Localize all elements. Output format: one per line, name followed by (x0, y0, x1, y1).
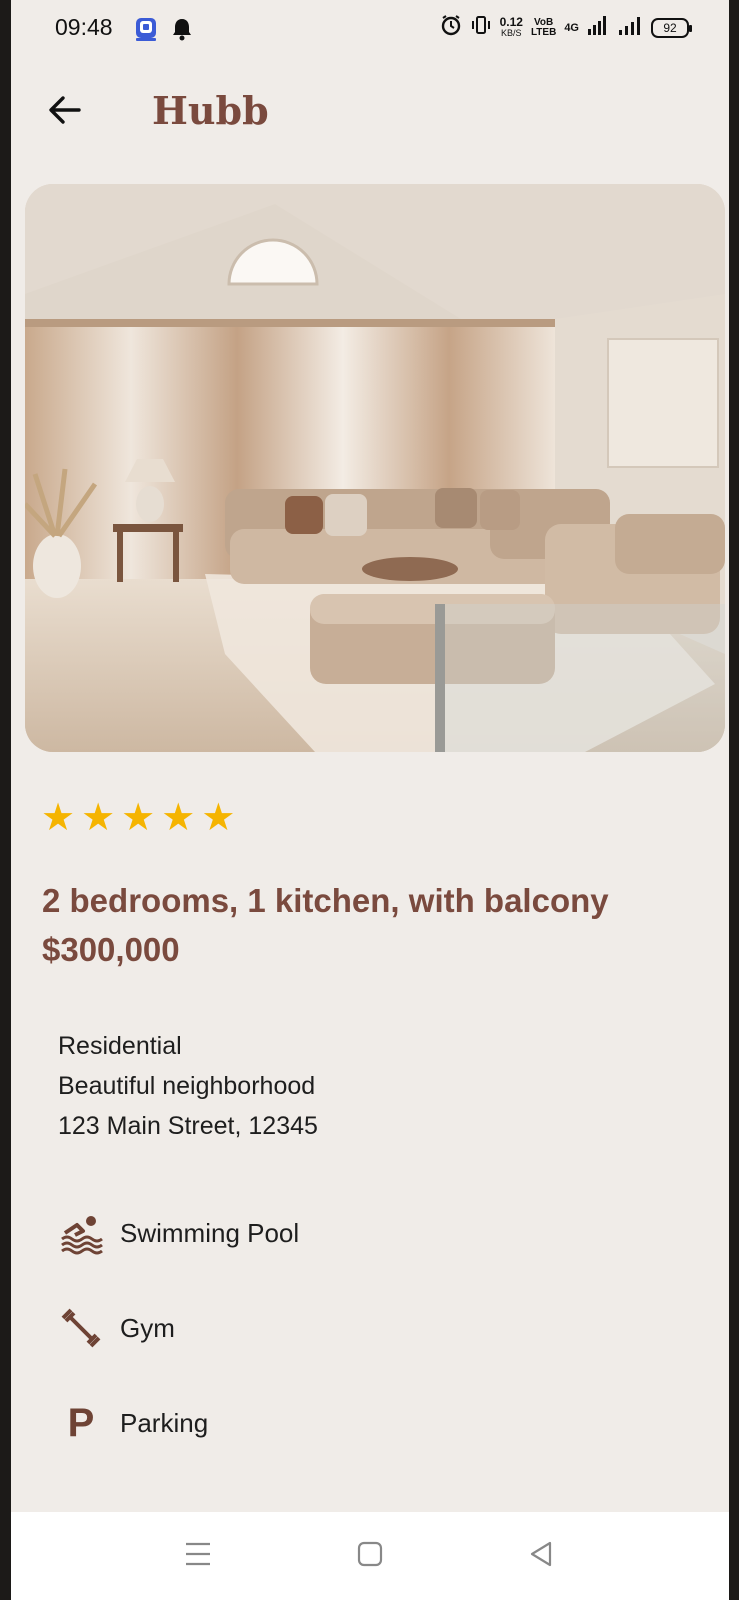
star-icon: ★ (201, 797, 236, 839)
square-icon (356, 1540, 384, 1573)
system-nav-bar (11, 1512, 729, 1600)
system-back-button[interactable] (520, 1534, 564, 1578)
property-address: 123 Main Street, 12345 (58, 1112, 318, 1140)
amenity-label: Swimming Pool (120, 1217, 300, 1248)
menu-icon (184, 1540, 212, 1573)
amenity-label: Parking (120, 1407, 209, 1438)
status-time: 09:48 (55, 14, 113, 40)
arrow-left-icon (47, 92, 83, 133)
star-icon: ★ (81, 797, 116, 839)
back-button[interactable] (41, 88, 89, 136)
battery-icon: 92 (651, 17, 692, 38)
vibrate-icon (470, 14, 492, 41)
alarm-icon (440, 14, 462, 41)
star-rating: ★ ★ ★ ★ ★ (41, 798, 235, 838)
amenity-gym: Gym (58, 1305, 175, 1351)
amenity-parking: P Parking (58, 1400, 209, 1446)
amenity-label: Gym (120, 1312, 175, 1343)
network-type: 4G (564, 21, 579, 34)
parking-icon: P (67, 1400, 95, 1445)
amenity-swimming-pool: Swimming Pool (58, 1210, 299, 1256)
status-indicators: 0.12 KB/S VoB LTEB 4G 92 (440, 14, 692, 41)
app-screen: 09:48 0.12 KB/S VoB LTEB 4G 92 Hubb ★ ★ … (11, 0, 729, 1600)
star-icon: ★ (41, 797, 76, 839)
signal-icon-2 (617, 14, 643, 41)
listing-headline: 2 bedrooms, 1 kitchen, with balcony (42, 882, 609, 919)
app-notification-icon (133, 16, 159, 47)
signal-icon (587, 14, 609, 41)
home-button[interactable] (348, 1534, 392, 1578)
listing-details: Residential Beautiful neighborhood 123 M… (58, 1026, 318, 1146)
property-description: Beautiful neighborhood (58, 1072, 316, 1100)
app-bar: Hubb (11, 70, 729, 154)
recent-apps-button[interactable] (176, 1534, 220, 1578)
volte-indicator: VoB LTEB (530, 16, 557, 38)
dumbbell-icon (58, 1305, 104, 1351)
star-icon: ★ (161, 797, 196, 839)
pool-icon (58, 1210, 104, 1256)
app-title: Hubb (152, 88, 269, 133)
property-type: Residential (58, 1032, 182, 1060)
status-bar: 09:48 0.12 KB/S VoB LTEB 4G 92 (11, 0, 729, 58)
listing-price: $300,000 (42, 931, 180, 968)
property-image[interactable] (25, 184, 725, 752)
star-icon: ★ (121, 797, 156, 839)
bell-icon (171, 17, 193, 46)
net-speed: 0.12 KB/S (499, 14, 523, 38)
triangle-back-icon (528, 1540, 556, 1573)
